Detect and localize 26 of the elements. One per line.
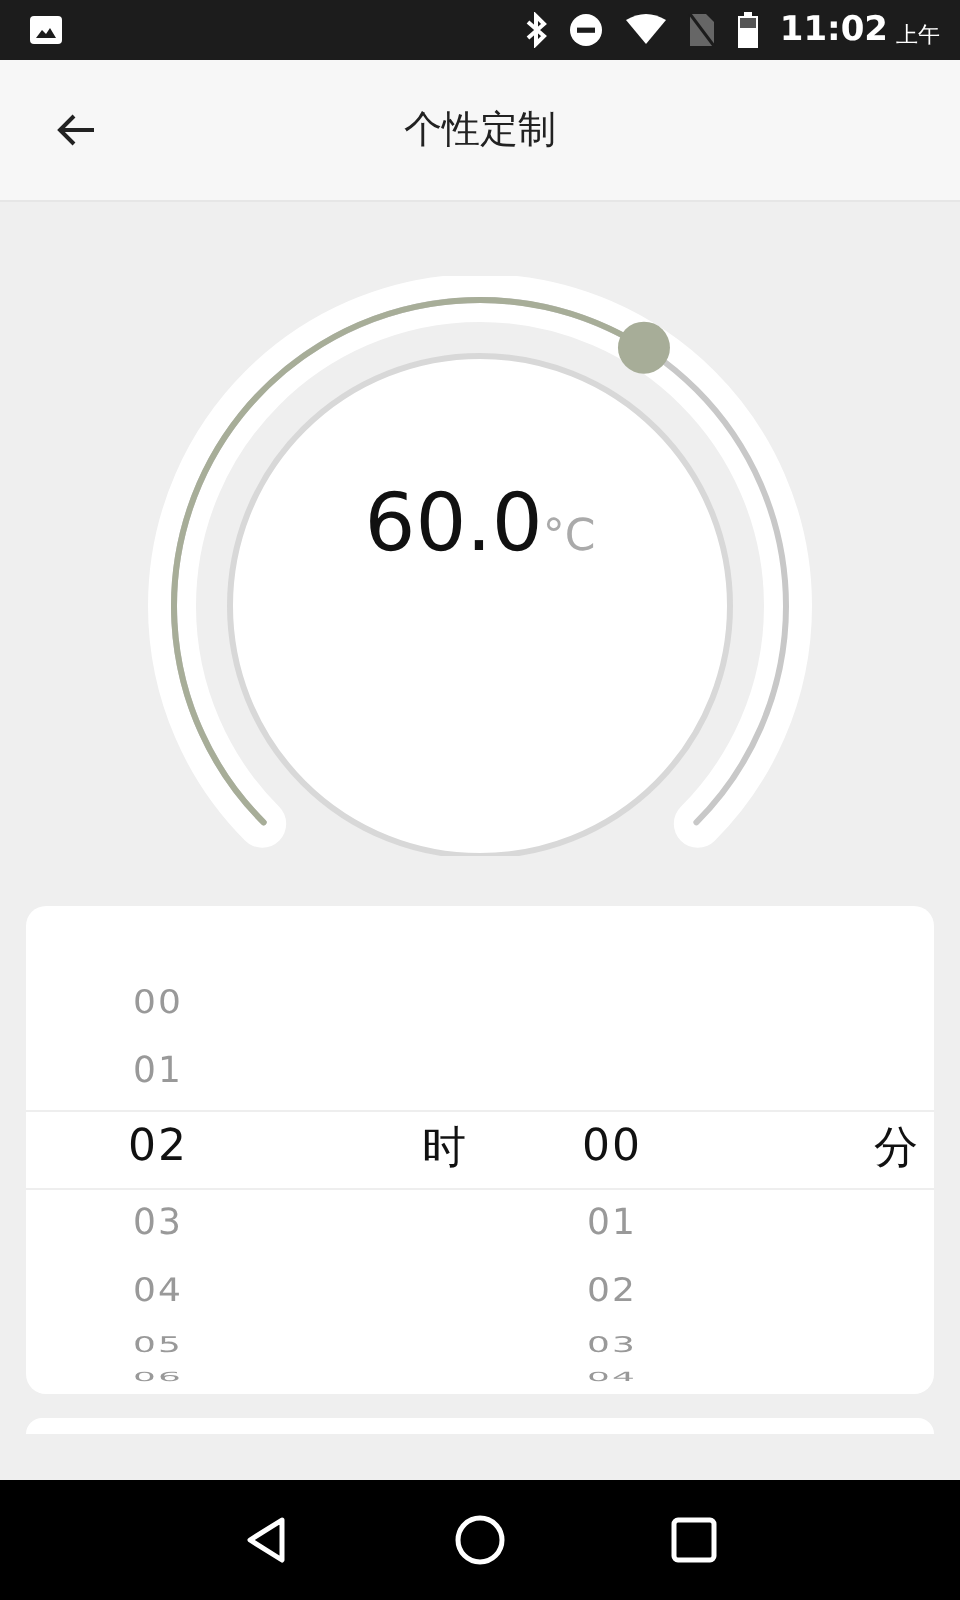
picker-option[interactable]: 03 — [587, 1335, 637, 1357]
picker-option[interactable]: 01 — [133, 1054, 183, 1090]
picker-option[interactable]: 03 — [133, 1206, 183, 1242]
picker-option[interactable]: 01 — [587, 1206, 637, 1242]
picker-option[interactable]: 02 — [128, 1126, 188, 1170]
square-icon — [670, 1516, 718, 1564]
do-not-disturb-icon — [567, 12, 604, 48]
triangle-icon — [242, 1514, 290, 1566]
image-icon — [28, 14, 64, 46]
picker-unit: 分 — [874, 1122, 918, 1178]
wifi-icon — [623, 14, 668, 46]
bluetooth-icon — [523, 12, 548, 48]
no-sim-icon — [687, 12, 716, 48]
picker-option[interactable]: 00 — [133, 987, 183, 1021]
picker-unit: 时 — [422, 1122, 466, 1178]
page-title: 个性定制 — [404, 106, 556, 156]
status-time: 11:02 — [779, 10, 888, 50]
picker-option[interactable]: 04 — [133, 1275, 183, 1309]
picker-option[interactable]: 02 — [587, 1275, 637, 1309]
temperature-unit: °C — [542, 512, 596, 562]
temperature-value: 60.0 — [364, 478, 543, 570]
battery-icon — [735, 10, 760, 50]
status-period: 上午 — [896, 19, 940, 49]
circle-icon — [454, 1514, 506, 1566]
picker-option[interactable]: 00 — [582, 1126, 642, 1170]
picker-option[interactable]: 05 — [133, 1335, 183, 1357]
